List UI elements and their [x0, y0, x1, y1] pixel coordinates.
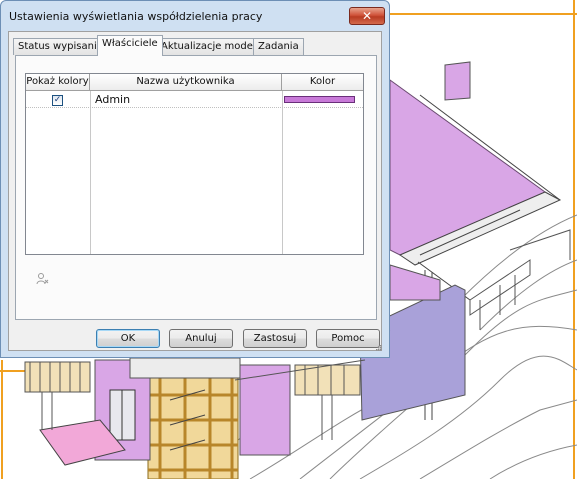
show-colors-checkbox[interactable]: ✓ — [52, 95, 63, 106]
worksharing-display-settings-dialog: Ustawienia wyświetlania współdzielenia p… — [0, 0, 390, 358]
dialog-title: Ustawienia wyświetlania współdzielenia p… — [9, 10, 263, 23]
column-header-color[interactable]: Kolor — [282, 74, 363, 91]
apply-button[interactable]: Zastosuj — [243, 329, 307, 348]
tab-owners[interactable]: Właściciele — [97, 35, 163, 56]
close-x-icon: ✕ — [361, 9, 373, 23]
help-button[interactable]: Pomoc — [316, 329, 380, 348]
tab-tasks[interactable]: Zadania — [253, 38, 304, 55]
tab-checkout-status[interactable]: Status wypisania — [13, 38, 108, 55]
ok-button[interactable]: OK — [96, 329, 160, 348]
user-remove-icon[interactable] — [36, 272, 49, 285]
cancel-button[interactable]: Anuluj — [169, 329, 233, 348]
column-header-user-name[interactable]: Nazwa użytkownika — [90, 74, 282, 91]
dialog-client-area: Status wypisania Właściciele Aktualizacj… — [8, 31, 382, 351]
row-divider — [26, 107, 363, 108]
dialog-titlebar[interactable]: Ustawienia wyświetlania współdzielenia p… — [1, 1, 389, 31]
column-divider — [90, 91, 91, 254]
resize-grip-icon[interactable] — [375, 344, 382, 351]
user-color-swatch[interactable] — [284, 96, 355, 103]
tab-model-updates[interactable]: Aktualizacje modelu — [156, 38, 268, 55]
column-divider — [282, 91, 283, 254]
user-name-cell[interactable]: Admin — [95, 93, 130, 106]
owners-table: Pokaż kolory Nazwa użytkownika Kolor ✓ A… — [25, 73, 364, 255]
column-header-show-colors[interactable]: Pokaż kolory — [26, 74, 90, 91]
close-button[interactable]: ✕ — [349, 7, 385, 25]
